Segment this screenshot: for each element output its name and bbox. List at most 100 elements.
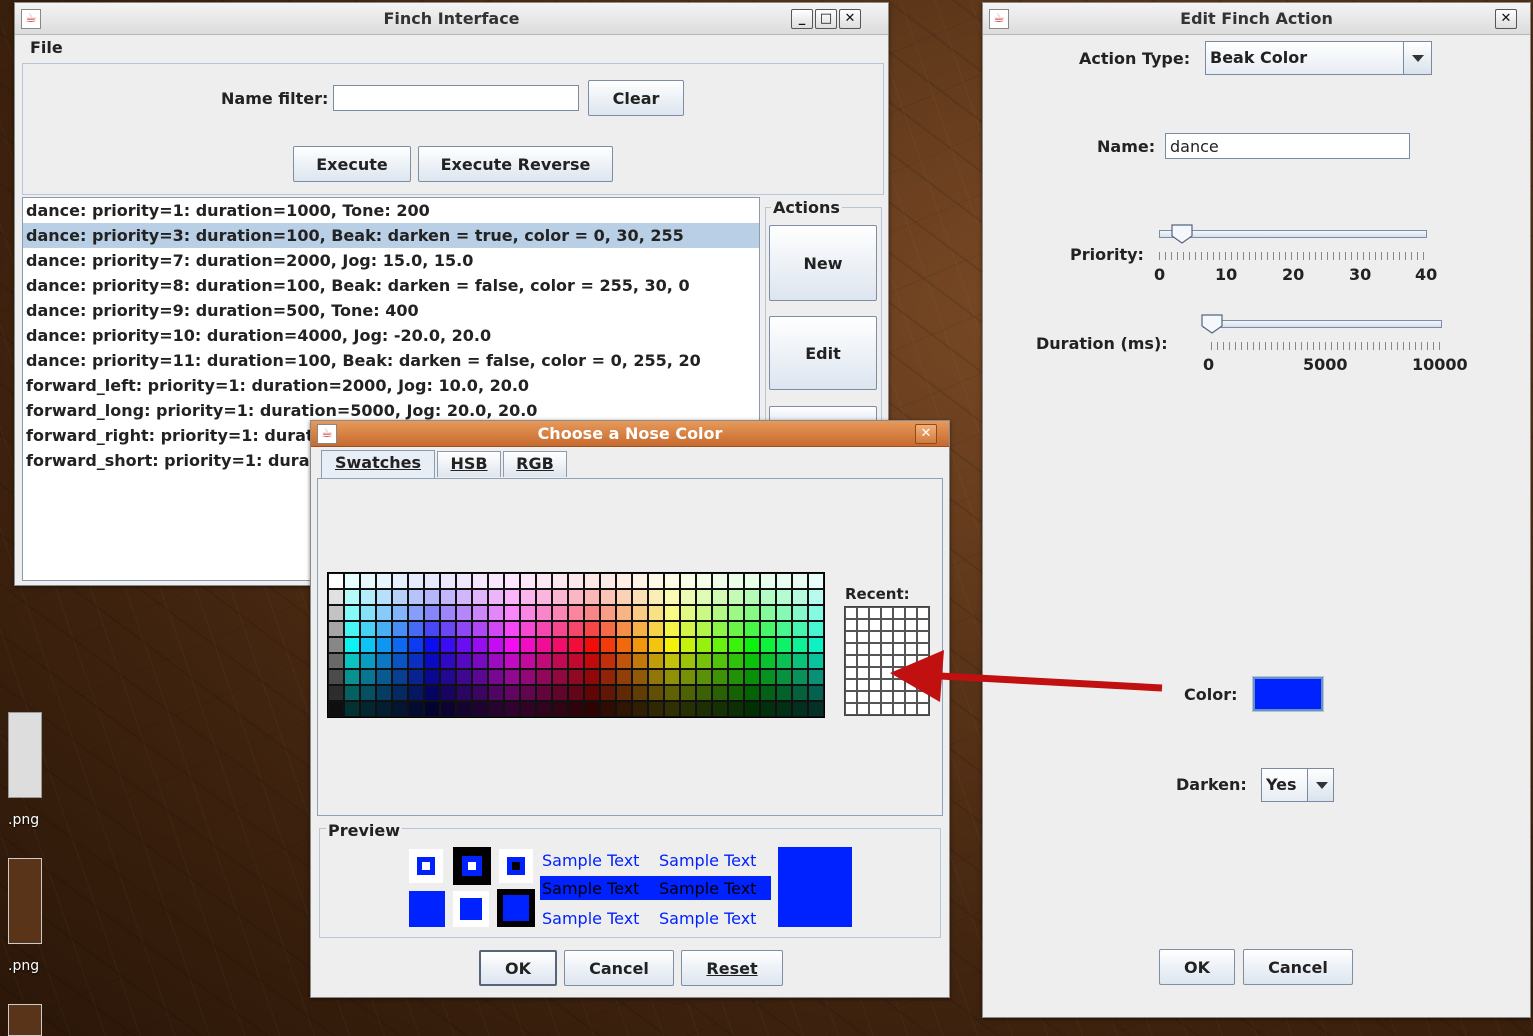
color-swatch[interactable] bbox=[680, 573, 696, 589]
color-swatch[interactable] bbox=[664, 621, 680, 637]
color-swatch[interactable] bbox=[632, 589, 648, 605]
color-swatch[interactable] bbox=[664, 701, 680, 717]
color-swatch[interactable] bbox=[328, 653, 344, 669]
color-swatch[interactable] bbox=[648, 669, 664, 685]
color-swatch[interactable] bbox=[424, 653, 440, 669]
color-swatch[interactable] bbox=[808, 621, 824, 637]
color-swatch[interactable] bbox=[408, 621, 424, 637]
recent-swatch[interactable] bbox=[845, 607, 857, 619]
color-swatch[interactable] bbox=[552, 653, 568, 669]
color-swatch[interactable] bbox=[680, 621, 696, 637]
desktop-file-icon[interactable] bbox=[8, 712, 42, 798]
color-swatch[interactable] bbox=[680, 701, 696, 717]
color-swatch[interactable] bbox=[456, 621, 472, 637]
color-swatch[interactable] bbox=[632, 701, 648, 717]
color-swatch[interactable] bbox=[680, 685, 696, 701]
color-swatch[interactable] bbox=[744, 621, 760, 637]
name-filter-input[interactable] bbox=[333, 85, 579, 111]
color-swatch[interactable] bbox=[568, 605, 584, 621]
color-swatch[interactable] bbox=[568, 669, 584, 685]
color-swatch[interactable] bbox=[488, 589, 504, 605]
color-swatch[interactable] bbox=[744, 589, 760, 605]
color-swatch[interactable] bbox=[488, 669, 504, 685]
color-swatch[interactable] bbox=[792, 637, 808, 653]
color-swatch[interactable] bbox=[488, 637, 504, 653]
clear-button[interactable]: Clear bbox=[588, 80, 684, 116]
duration-slider-track[interactable] bbox=[1203, 320, 1442, 328]
color-swatch[interactable] bbox=[600, 685, 616, 701]
color-swatch[interactable] bbox=[456, 669, 472, 685]
list-item[interactable]: dance: priority=9: duration=500, Tone: 4… bbox=[23, 298, 759, 323]
color-swatch[interactable] bbox=[344, 589, 360, 605]
color-swatch[interactable] bbox=[808, 637, 824, 653]
color-swatch[interactable] bbox=[568, 621, 584, 637]
color-swatch[interactable] bbox=[408, 669, 424, 685]
color-swatch[interactable] bbox=[456, 637, 472, 653]
color-swatch[interactable] bbox=[584, 685, 600, 701]
color-swatch[interactable] bbox=[552, 701, 568, 717]
edit-titlebar[interactable]: ☕ Edit Finch Action ✕ bbox=[983, 3, 1530, 35]
color-swatch[interactable] bbox=[760, 589, 776, 605]
color-swatch[interactable] bbox=[792, 653, 808, 669]
color-swatch[interactable] bbox=[552, 685, 568, 701]
color-swatch[interactable] bbox=[536, 685, 552, 701]
color-swatch[interactable] bbox=[376, 621, 392, 637]
color-swatch[interactable] bbox=[744, 637, 760, 653]
color-swatch[interactable] bbox=[648, 605, 664, 621]
color-swatch[interactable] bbox=[632, 637, 648, 653]
color-swatch[interactable] bbox=[584, 653, 600, 669]
color-swatch[interactable] bbox=[664, 573, 680, 589]
duration-slider-thumb[interactable] bbox=[1201, 314, 1223, 334]
recent-swatch[interactable] bbox=[845, 703, 857, 715]
color-swatch[interactable] bbox=[776, 685, 792, 701]
color-swatch[interactable] bbox=[696, 573, 712, 589]
color-swatch[interactable] bbox=[600, 589, 616, 605]
color-swatch[interactable] bbox=[600, 621, 616, 637]
new-button[interactable]: New bbox=[769, 225, 877, 301]
name-input[interactable] bbox=[1165, 133, 1410, 159]
color-swatch[interactable] bbox=[632, 685, 648, 701]
list-item[interactable]: dance: priority=3: duration=100, Beak: d… bbox=[23, 223, 759, 248]
color-swatch[interactable] bbox=[808, 685, 824, 701]
color-swatch[interactable] bbox=[504, 589, 520, 605]
color-swatch[interactable] bbox=[712, 573, 728, 589]
color-swatch[interactable] bbox=[344, 701, 360, 717]
color-swatch[interactable] bbox=[408, 701, 424, 717]
color-swatch[interactable] bbox=[488, 605, 504, 621]
color-swatch[interactable] bbox=[584, 701, 600, 717]
color-swatch[interactable] bbox=[360, 605, 376, 621]
color-swatch[interactable] bbox=[344, 621, 360, 637]
color-swatch[interactable] bbox=[424, 701, 440, 717]
color-swatch[interactable] bbox=[488, 573, 504, 589]
recent-swatch[interactable] bbox=[857, 691, 869, 703]
color-swatch[interactable] bbox=[456, 653, 472, 669]
recent-swatch[interactable] bbox=[845, 655, 857, 667]
color-swatch[interactable] bbox=[504, 573, 520, 589]
color-swatch[interactable] bbox=[568, 637, 584, 653]
color-swatch[interactable] bbox=[488, 621, 504, 637]
color-swatch[interactable] bbox=[440, 669, 456, 685]
color-swatch[interactable] bbox=[712, 701, 728, 717]
color-swatch[interactable] bbox=[520, 669, 536, 685]
color-swatch[interactable] bbox=[488, 685, 504, 701]
color-swatch[interactable] bbox=[440, 573, 456, 589]
color-swatch[interactable] bbox=[632, 669, 648, 685]
color-swatch[interactable] bbox=[712, 605, 728, 621]
color-swatch[interactable] bbox=[536, 589, 552, 605]
color-swatch[interactable] bbox=[472, 653, 488, 669]
color-swatch[interactable] bbox=[504, 605, 520, 621]
color-swatch[interactable] bbox=[568, 589, 584, 605]
list-item[interactable]: dance: priority=8: duration=100, Beak: d… bbox=[23, 273, 759, 298]
color-swatch[interactable] bbox=[456, 573, 472, 589]
color-swatch[interactable] bbox=[520, 637, 536, 653]
color-swatch[interactable] bbox=[616, 653, 632, 669]
desktop-file-icon[interactable] bbox=[8, 858, 42, 944]
color-swatch[interactable] bbox=[776, 637, 792, 653]
color-swatch[interactable] bbox=[456, 685, 472, 701]
color-swatch[interactable] bbox=[520, 573, 536, 589]
color-swatch[interactable] bbox=[616, 637, 632, 653]
color-swatch[interactable] bbox=[648, 701, 664, 717]
color-swatch[interactable] bbox=[472, 637, 488, 653]
color-swatch[interactable] bbox=[648, 621, 664, 637]
ok-button[interactable]: OK bbox=[1159, 949, 1235, 985]
